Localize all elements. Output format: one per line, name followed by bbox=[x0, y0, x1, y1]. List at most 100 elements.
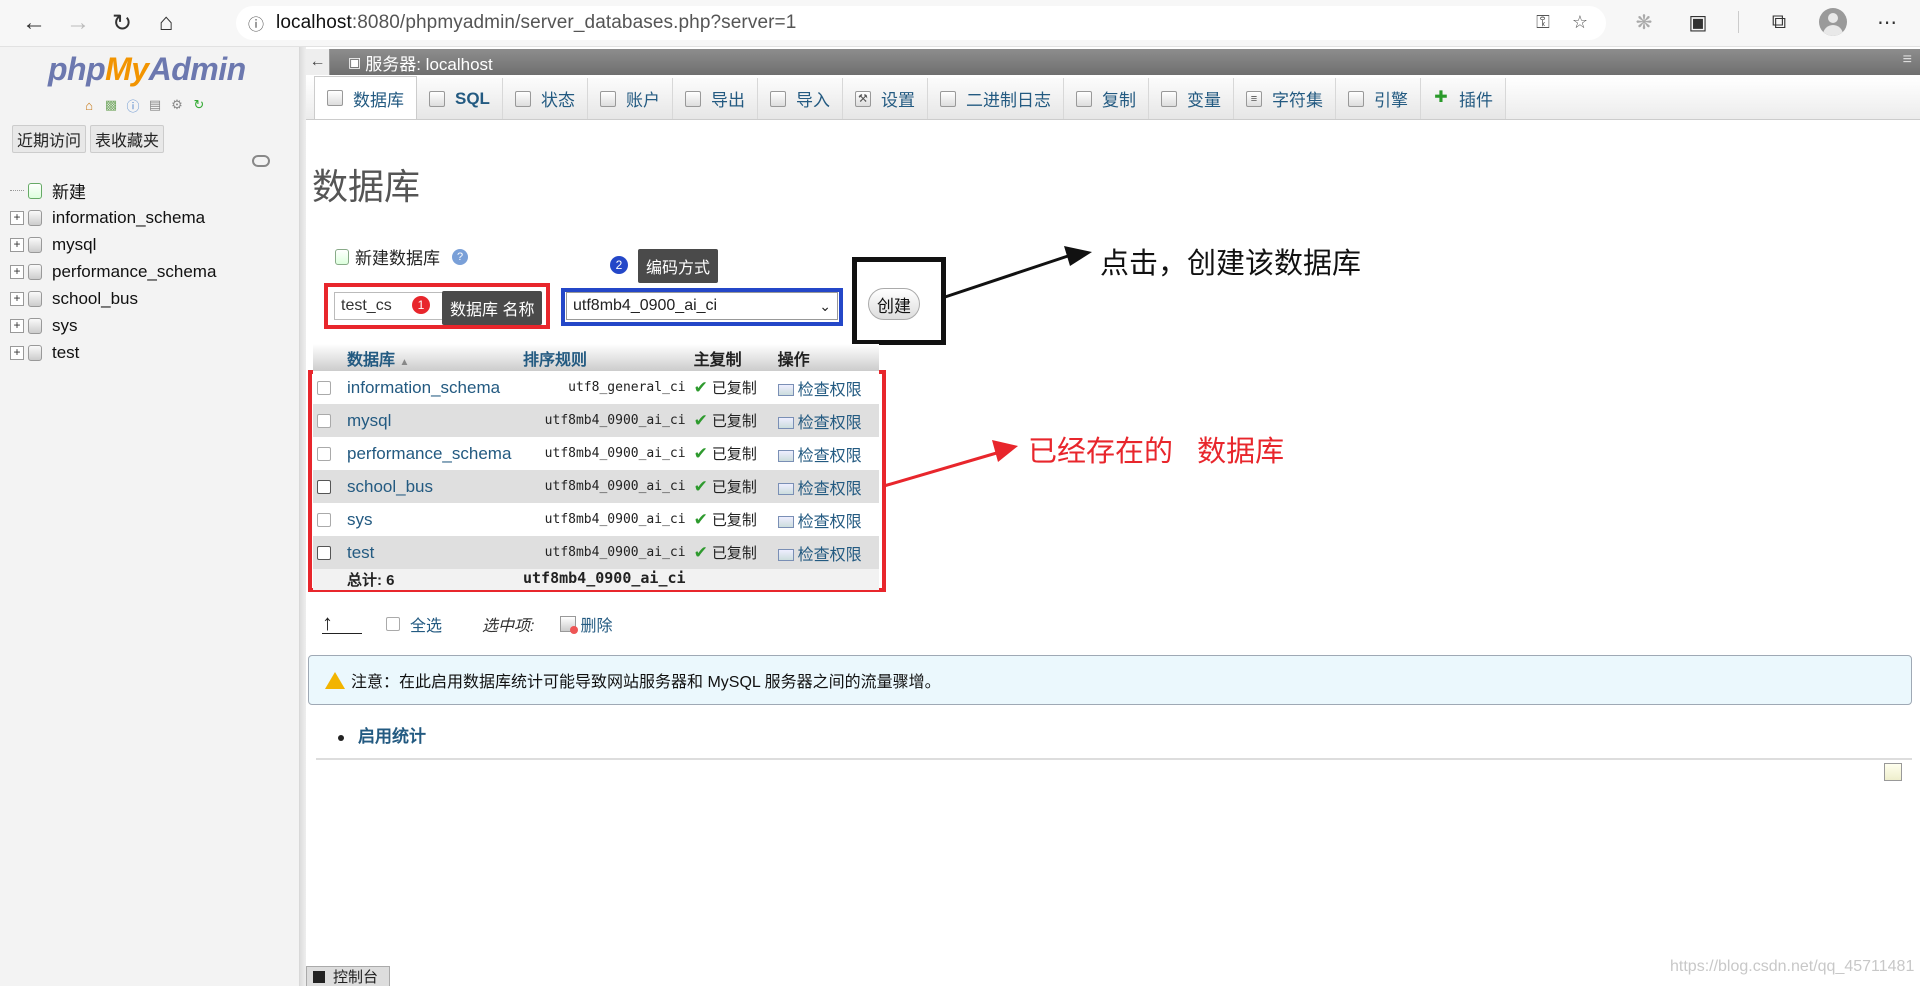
favorite-star-icon[interactable]: ☆ bbox=[1572, 12, 1588, 33]
header-database[interactable]: 数据库 ▲ bbox=[343, 344, 519, 371]
panel-resizer[interactable] bbox=[300, 47, 306, 986]
console-toggle[interactable]: 控制台 bbox=[306, 966, 390, 986]
docs-icon[interactable]: ▤ bbox=[146, 96, 164, 114]
row-checkbox[interactable] bbox=[317, 546, 331, 561]
database-link[interactable]: information_schema bbox=[347, 378, 500, 397]
expand-icon[interactable]: + bbox=[10, 210, 24, 225]
row-checkbox[interactable] bbox=[317, 414, 331, 429]
menu-toggle-icon[interactable]: ≡ bbox=[1903, 51, 1912, 69]
tab-replication[interactable]: 复制 bbox=[1063, 78, 1149, 119]
databases-table: 数据库 ▲ 排序规则 主复制 操作 information_schema utf… bbox=[313, 344, 879, 590]
refresh-icon[interactable]: ↻ bbox=[190, 96, 208, 114]
tab-sql[interactable]: SQL bbox=[417, 78, 503, 119]
help-icon[interactable]: ? bbox=[452, 248, 468, 265]
tree-item-label: mysql bbox=[52, 234, 97, 254]
profile-avatar[interactable] bbox=[1819, 8, 1847, 36]
tab-plugins[interactable]: ✚ 插件 bbox=[1420, 78, 1506, 119]
expand-icon[interactable]: + bbox=[10, 264, 24, 279]
check-privileges-link[interactable]: 检查权限 bbox=[777, 547, 862, 564]
create-button[interactable]: 创建 bbox=[868, 288, 920, 320]
database-link[interactable]: sys bbox=[347, 510, 373, 529]
tab-import[interactable]: 导入 bbox=[757, 78, 843, 119]
expand-icon[interactable]: + bbox=[10, 237, 24, 252]
total-collation: utf8mb4_0900_ai_ci bbox=[519, 569, 690, 590]
key-icon[interactable]: ⚿ bbox=[1536, 12, 1550, 33]
puzzle-icon: ✚ bbox=[1434, 88, 1448, 106]
row-checkbox[interactable] bbox=[317, 381, 331, 396]
database-link[interactable]: school_bus bbox=[347, 477, 433, 496]
expand-icon[interactable]: + bbox=[10, 318, 24, 333]
tab-accounts[interactable]: 账户 bbox=[587, 78, 673, 119]
database-icon bbox=[28, 236, 42, 253]
tree-item-performance-schema[interactable]: + performance_schema bbox=[10, 258, 216, 285]
tab-databases[interactable]: 数据库 bbox=[314, 76, 417, 119]
tab-charsets[interactable]: ≡ 字符集 bbox=[1233, 78, 1336, 119]
tab-engines[interactable]: 引擎 bbox=[1335, 78, 1421, 119]
tab-settings[interactable]: ⚒ 设置 bbox=[842, 78, 928, 119]
phpmyadmin-logo[interactable]: phpMyAdmin bbox=[48, 51, 246, 88]
database-tree: 新建 + information_schema + mysql + perfor… bbox=[10, 177, 216, 366]
info-icon[interactable]: ⓘ bbox=[236, 11, 276, 35]
home-icon[interactable]: ⌂ bbox=[144, 3, 188, 43]
row-checkbox[interactable] bbox=[317, 513, 331, 528]
annotation-tooltip-collation: 编码方式 bbox=[638, 249, 719, 283]
back-icon[interactable]: ← bbox=[12, 3, 56, 43]
database-link[interactable]: performance_schema bbox=[347, 444, 511, 463]
settings-gear-icon[interactable]: ⚙ bbox=[168, 96, 186, 114]
expand-icon[interactable]: + bbox=[10, 345, 24, 360]
enable-statistics-link[interactable]: 启用统计 bbox=[358, 727, 426, 746]
red-arrowhead bbox=[992, 440, 1018, 462]
check-privileges-link[interactable]: 检查权限 bbox=[777, 448, 862, 465]
tab-export[interactable]: 导出 bbox=[672, 78, 758, 119]
help-icon[interactable]: ⓘ bbox=[124, 96, 142, 114]
annotation-existing-dbs: 已经存在的 数据库 bbox=[1028, 436, 1285, 468]
notice-text: 注意：在此启用数据库统计可能导致网站服务器和 MySQL 服务器之间的流量骤增。 bbox=[351, 674, 941, 691]
collation-cell: utf8_general_ci bbox=[519, 371, 690, 404]
tab-variables[interactable]: 变量 bbox=[1148, 78, 1234, 119]
row-checkbox[interactable] bbox=[317, 480, 331, 495]
tab-binlog[interactable]: 二进制日志 bbox=[927, 78, 1064, 119]
app-icon[interactable]: ▣ bbox=[1684, 8, 1712, 36]
check-privileges-link[interactable]: 检查权限 bbox=[777, 514, 862, 531]
tree-item-new[interactable]: 新建 bbox=[10, 177, 216, 204]
expand-icon[interactable]: + bbox=[10, 291, 24, 306]
check-privileges-link[interactable]: 检查权限 bbox=[777, 382, 862, 399]
tree-item-test[interactable]: + test bbox=[10, 339, 216, 366]
reload-icon[interactable]: ↻ bbox=[100, 3, 144, 43]
address-bar[interactable]: ⓘ localhost:8080/phpmyadmin/server_datab… bbox=[236, 6, 1606, 40]
delete-button[interactable]: 删除 bbox=[560, 612, 612, 636]
home-icon[interactable]: ⌂ bbox=[80, 96, 98, 114]
collation-select[interactable]: utf8mb4_0900_ai_ci ⌄ bbox=[566, 292, 838, 320]
tree-item-school-bus[interactable]: + school_bus bbox=[10, 285, 216, 312]
collections-icon[interactable]: ⧉ bbox=[1765, 8, 1793, 36]
check-privileges-link[interactable]: 检查权限 bbox=[777, 415, 862, 432]
favorite-tables-button[interactable]: 表收藏夹 bbox=[90, 125, 165, 153]
tree-item-mysql[interactable]: + mysql bbox=[10, 231, 216, 258]
tree-item-sys[interactable]: + sys bbox=[10, 312, 216, 339]
database-name-input[interactable]: test_cs bbox=[334, 292, 448, 320]
collapse-nav-icon[interactable]: ← bbox=[306, 49, 330, 75]
privileges-icon bbox=[777, 483, 794, 496]
privileges-icon bbox=[777, 417, 794, 430]
tab-status[interactable]: 状态 bbox=[502, 78, 588, 119]
table-row: performance_schema utf8mb4_0900_ai_ci ✔ 已… bbox=[313, 437, 879, 470]
recent-tables-button[interactable]: 近期访问 bbox=[12, 125, 87, 153]
more-menu-icon[interactable]: ⋯ bbox=[1873, 8, 1901, 36]
row-checkbox[interactable] bbox=[317, 447, 331, 462]
select-all-link[interactable]: 全选 bbox=[410, 612, 442, 636]
extension-icon[interactable]: ❋ bbox=[1630, 8, 1658, 36]
page-settings-icon[interactable] bbox=[1884, 763, 1902, 781]
database-link[interactable]: test bbox=[347, 543, 374, 562]
server-breadcrumb[interactable]: 服务器: localhost bbox=[365, 50, 493, 75]
replication-cell: ✔ 已复制 bbox=[689, 404, 774, 437]
database-link[interactable]: mysql bbox=[347, 411, 391, 430]
create-database-label: 新建数据库 bbox=[355, 249, 440, 268]
tree-item-information-schema[interactable]: + information_schema bbox=[10, 204, 216, 231]
forward-icon[interactable]: → bbox=[56, 3, 100, 43]
check-icon: ✔ bbox=[693, 510, 708, 529]
header-collation[interactable]: 排序规则 bbox=[519, 344, 690, 371]
logout-icon[interactable]: ▩ bbox=[102, 96, 120, 114]
link-icon[interactable] bbox=[252, 155, 270, 167]
check-privileges-link[interactable]: 检查权限 bbox=[777, 481, 862, 498]
select-all-checkbox[interactable] bbox=[386, 617, 400, 631]
